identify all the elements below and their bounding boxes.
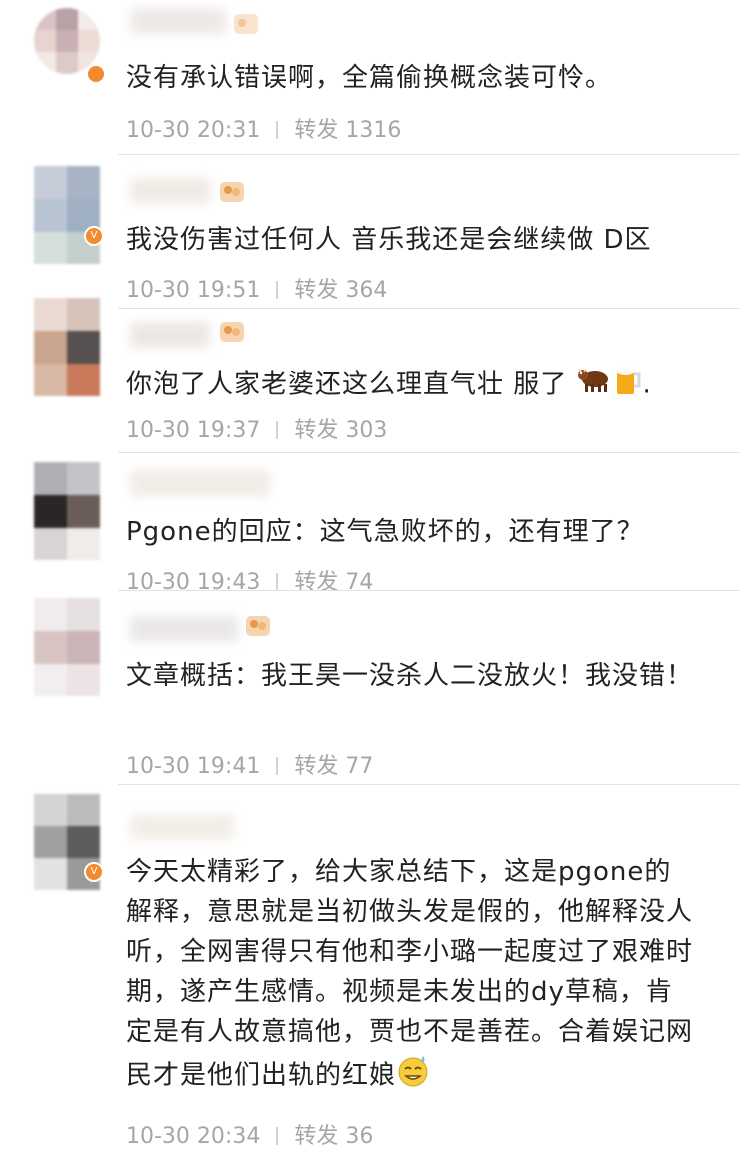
meta-separator bbox=[276, 121, 279, 139]
username-redacted[interactable] bbox=[130, 470, 270, 496]
comment-time: 10-30 19:43 bbox=[126, 570, 261, 595]
comment-meta: 10-30 20:31 转发 1316 bbox=[126, 112, 401, 144]
sweat-smile-emoji-icon bbox=[396, 1052, 432, 1100]
comment-text: Pgone的回应：这气急败坏的，还有理了？ bbox=[126, 517, 644, 547]
verified-badge-icon: V bbox=[84, 226, 104, 246]
comment-time: 10-30 20:34 bbox=[126, 1124, 261, 1149]
repost-count: 36 bbox=[345, 1124, 374, 1149]
member-crown-icon bbox=[218, 178, 246, 204]
meta-separator bbox=[276, 281, 279, 299]
verified-badge-icon bbox=[86, 64, 106, 84]
comment-text: 没有承认错误啊，全篇偷换概念装可怜。 bbox=[126, 63, 613, 93]
divider bbox=[118, 308, 740, 309]
username-redacted[interactable] bbox=[130, 8, 226, 34]
repost-label[interactable]: 转发 bbox=[294, 570, 338, 595]
member-crown-icon bbox=[244, 612, 272, 638]
repost-count: 77 bbox=[345, 754, 374, 779]
divider bbox=[118, 154, 740, 155]
beer-emoji-icon bbox=[613, 362, 643, 408]
comment-meta: 10-30 19:51 转发 364 bbox=[126, 272, 387, 304]
member-crown-icon bbox=[218, 318, 246, 344]
comment-time: 10-30 19:51 bbox=[126, 278, 261, 303]
comment-meta: 10-30 20:34 转发 36 bbox=[126, 1118, 373, 1150]
repost-label[interactable]: 转发 bbox=[294, 278, 338, 303]
comment-meta: 10-30 19:41 转发 77 bbox=[126, 748, 373, 780]
meta-separator bbox=[276, 1127, 279, 1145]
repost-count: 303 bbox=[345, 418, 388, 443]
avatar[interactable] bbox=[34, 166, 100, 264]
comment-time: 10-30 19:41 bbox=[126, 754, 261, 779]
comment-time: 10-30 20:31 bbox=[126, 118, 261, 143]
repost-count: 364 bbox=[345, 278, 388, 303]
comment-text: 你泡了人家老婆还这么理直气壮 服了 . bbox=[126, 362, 704, 408]
comment-meta: 10-30 19:43 转发 74 bbox=[126, 564, 373, 596]
divider bbox=[118, 590, 740, 591]
avatar[interactable] bbox=[34, 8, 100, 74]
avatar[interactable] bbox=[34, 298, 100, 396]
comment-time: 10-30 19:37 bbox=[126, 418, 261, 443]
comment-text: 我没伤害过任何人 音乐我还是会继续做 D区 bbox=[126, 225, 652, 255]
repost-count: 1316 bbox=[345, 118, 402, 143]
cow-emoji-icon bbox=[577, 364, 613, 406]
meta-separator bbox=[276, 421, 279, 439]
meta-separator bbox=[276, 757, 279, 775]
comment-text: 今天太精彩了，给大家总结下，这是pgone的解释，意思就是当初做头发是假的，他解… bbox=[126, 852, 696, 1100]
username-redacted[interactable] bbox=[130, 616, 238, 642]
repost-label[interactable]: 转发 bbox=[294, 418, 338, 443]
repost-label[interactable]: 转发 bbox=[294, 118, 338, 143]
comment-meta: 10-30 19:37 转发 303 bbox=[126, 412, 387, 444]
divider bbox=[118, 784, 740, 785]
avatar[interactable] bbox=[34, 462, 100, 560]
comment-text: 文章概括：我王昊一没杀人二没放火！我没错！ bbox=[126, 661, 694, 691]
avatar[interactable] bbox=[34, 598, 100, 696]
repost-count: 74 bbox=[345, 570, 374, 595]
username-redacted[interactable] bbox=[130, 322, 210, 348]
meta-separator bbox=[276, 573, 279, 591]
repost-label[interactable]: 转发 bbox=[294, 1124, 338, 1149]
member-crown-icon bbox=[232, 10, 260, 36]
verified-badge-icon: V bbox=[84, 862, 104, 882]
repost-label[interactable]: 转发 bbox=[294, 754, 338, 779]
username-redacted[interactable] bbox=[130, 814, 234, 840]
username-redacted[interactable] bbox=[130, 178, 210, 204]
divider bbox=[118, 452, 740, 453]
